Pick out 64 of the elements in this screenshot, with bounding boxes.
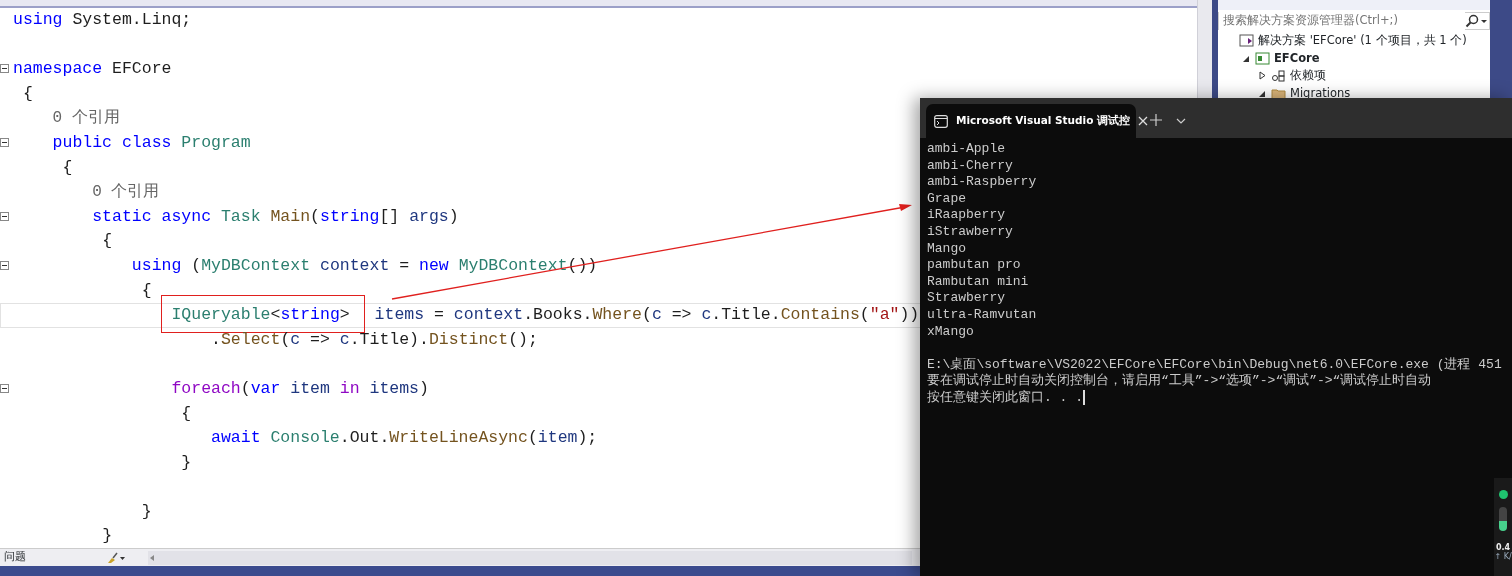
code-line: { [141, 280, 152, 300]
code-line: { [22, 83, 33, 103]
code-line: { [62, 157, 73, 177]
vertical-scrollbar[interactable] [1197, 0, 1212, 98]
terminal-icon [934, 114, 948, 128]
code-line: await Console.Out.WriteLineAsync(item); [211, 428, 598, 448]
code-line: } [141, 501, 152, 521]
console-output: ambi-Apple [927, 141, 1005, 156]
code-line: public class Program [52, 132, 251, 152]
meter-icon [1499, 507, 1507, 531]
new-tab-icon[interactable] [1150, 114, 1162, 126]
collapsed-arrow-icon[interactable] [1258, 71, 1267, 81]
search-icon[interactable] [1465, 14, 1479, 28]
project-icon [1255, 50, 1270, 66]
scroll-left-icon[interactable] [148, 553, 156, 562]
text-cursor [1083, 389, 1085, 405]
brush-icon[interactable] [106, 551, 126, 564]
console-output: Rambutan mini [927, 273, 1029, 289]
problems-label[interactable]: 问题 [0, 549, 30, 566]
code-line: } [102, 526, 113, 546]
console-output: Mango [927, 240, 966, 256]
tab-title: Microsoft Visual Studio 调试控 [956, 113, 1131, 129]
console-output: iStrawberry [927, 223, 1013, 239]
horizontal-scrollbar[interactable] [148, 550, 912, 565]
code-line: static async Task Main(string[] args) [92, 206, 459, 226]
reference-count[interactable]: 0 个引用 [92, 183, 160, 202]
console-message: E:\桌面\software\VS2022\EFCore\EFCore\bin\Debug\net6.0\EFCore.exe (进程 451 [927, 356, 1502, 372]
collapse-icon[interactable] [0, 64, 9, 74]
dropdown-caret-icon[interactable] [1176, 117, 1186, 125]
console-output: ambi-Raspberry [927, 174, 1037, 190]
console-output: pambutan pro [927, 257, 1021, 273]
search-field[interactable]: 搜索解决方案资源管理器(Ctrl+;) [1218, 12, 1490, 30]
console-output: Strawberry [927, 290, 1005, 306]
code-line: foreach(var item in items) [171, 378, 429, 398]
reference-count[interactable]: 0 个引用 [52, 109, 120, 128]
code-line: { [181, 403, 192, 423]
code-line: using System.Linq; [13, 10, 192, 29]
speed-unit: ↑ K/ [1494, 552, 1512, 561]
dependencies-icon [1271, 68, 1286, 84]
console-output: xMango [927, 323, 974, 339]
code-line: IQueryable<string> [171, 305, 350, 325]
collapse-icon[interactable] [0, 137, 9, 147]
collapse-icon[interactable] [0, 260, 9, 270]
code-line: .Select(c => c.Title).Distinct(); [211, 329, 538, 349]
collapse-icon[interactable] [0, 383, 9, 393]
console-message: 按任意键关闭此窗口. . . [927, 389, 1083, 405]
collapse-icon[interactable] [0, 211, 9, 221]
code-line: namespace EFCore [13, 59, 172, 79]
solution-icon [1239, 33, 1254, 49]
tree-item[interactable]: EFCore [1274, 49, 1320, 67]
console-output: iRaapberry [927, 207, 1005, 223]
code-line: } [181, 452, 192, 472]
console-output: ambi-Cherry [927, 157, 1013, 173]
close-icon[interactable] [1138, 116, 1149, 126]
tree-item[interactable]: 依赖项 [1290, 67, 1326, 85]
console-output: Grape [927, 190, 966, 206]
status-dot [1498, 490, 1508, 499]
tree-item[interactable]: Migrations [1290, 84, 1351, 102]
code-line: { [102, 231, 113, 251]
speed-value: 0.4 [1495, 543, 1511, 552]
console-output: ultra-Ramvutan [927, 306, 1037, 322]
tree-item[interactable]: 解决方案 'EFCore' (1 个项目，共 1 个) [1258, 32, 1467, 50]
console-message: 要在调试停止时自动关闭控制台，请启用“工具”->“选项”->“调试”->“调试停止时自动 [927, 373, 1432, 389]
code-line: items = context.Books.Where(c => c.Title.Contains("a")) [373, 305, 920, 325]
